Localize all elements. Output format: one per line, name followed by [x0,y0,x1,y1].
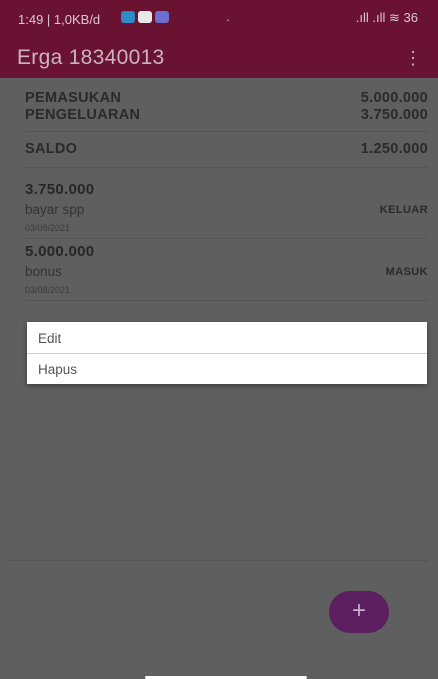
list-divider [25,238,428,239]
add-transaction-button[interactable]: + [329,591,389,633]
app-screen: 1:49 | 1,0KB/d · .ıll .ıll ≋ 36 Erga 183… [0,0,438,679]
menu-item-edit[interactable]: Edit [27,322,427,353]
income-label: PEMASUKAN [25,90,122,106]
balance-value: 1.250.000 [360,141,428,157]
transaction-amount: 3.750.000 [25,181,95,198]
transaction-type: MASUK [385,266,428,278]
menu-item-label: Hapus [38,362,78,377]
summary-income-row: PEMASUKAN 5.000.000 [25,90,428,106]
list-item[interactable]: 3.750.000 bayar spp 03/08/2021 KELUAR [25,181,428,241]
income-value: 5.000.000 [360,90,428,106]
expense-label: PENGELUARAN [25,107,141,123]
list-item[interactable]: 5.000.000 bonus 03/08/2021 MASUK [25,243,428,303]
transaction-amount: 5.000.000 [25,243,95,260]
summary-divider [25,167,428,168]
transaction-description: bonus [25,264,62,279]
status-dot: · [226,12,231,27]
summary-balance-row: SALDO 1.250.000 [25,141,428,157]
menu-item-delete[interactable]: Hapus [27,353,427,384]
notification-icon [121,11,135,23]
expense-value: 3.750.000 [360,107,428,123]
content-bottom-edge [10,560,428,561]
balance-label: SALDO [25,141,78,157]
summary-expense-row: PENGELUARAN 3.750.000 [25,107,428,123]
transaction-date: 03/08/2021 [25,285,71,295]
summary-divider [25,131,428,132]
status-time: 1:49 | 1,0KB/d [18,12,101,27]
menu-item-label: Edit [38,331,62,346]
plus-icon: + [351,597,366,624]
overflow-menu-icon[interactable]: ⋮ [404,48,422,69]
list-divider [25,300,428,301]
status-bar: 1:49 | 1,0KB/d · .ıll .ıll ≋ 36 [0,0,438,38]
mail-icon [138,11,152,23]
transaction-date: 03/08/2021 [25,223,71,233]
transaction-type: KELUAR [379,204,428,216]
discord-icon [155,11,169,23]
context-menu: Edit Hapus [27,322,427,384]
signal-battery-icon: .ıll .ıll ≋ 36 [355,10,418,25]
app-toolbar: Erga 18340013 ⋮ [0,38,438,78]
transaction-description: bayar spp [25,202,85,217]
toolbar-title: Erga 18340013 [17,46,165,69]
